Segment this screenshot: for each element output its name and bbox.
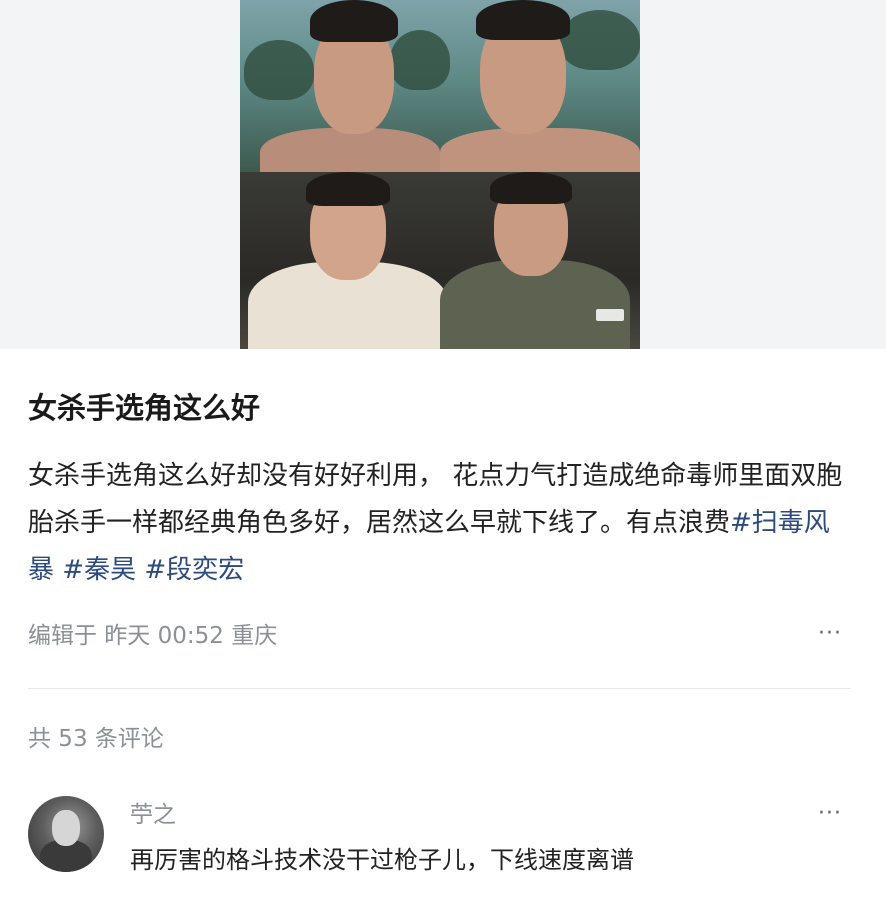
watermark-badge bbox=[596, 309, 624, 321]
palm-tree-shape bbox=[560, 10, 640, 70]
comment-count: 共 53 条评论 bbox=[28, 726, 164, 752]
palm-tree-shape bbox=[244, 40, 314, 100]
comment-author[interactable]: 苧之 bbox=[130, 798, 176, 832]
ellipsis-icon: ··· bbox=[818, 621, 842, 646]
person-shoulders bbox=[260, 128, 440, 172]
post-title: 女杀手选角这么好 bbox=[28, 391, 261, 425]
post-media-area bbox=[0, 0, 886, 349]
ellipsis-icon: ··· bbox=[818, 801, 842, 826]
person-hair bbox=[476, 0, 570, 40]
post-more-button[interactable]: ··· bbox=[810, 616, 850, 656]
hashtag-link[interactable]: #段奕宏 bbox=[144, 555, 244, 585]
section-divider bbox=[28, 688, 850, 689]
post-meta-row: 编辑于 昨天 00:52 重庆 ··· bbox=[28, 616, 850, 656]
comment-item: 苧之 再厉害的格斗技术没干过枪子儿，下线速度离谱 ··· bbox=[28, 794, 850, 884]
post-edit-meta: 编辑于 昨天 00:52 重庆 bbox=[28, 623, 278, 649]
person-hair bbox=[306, 172, 390, 206]
comment-more-button[interactable]: ··· bbox=[810, 796, 850, 836]
avatar-figure bbox=[52, 810, 80, 846]
post-body: 女杀手选角这么好却没有好好利用， 花点力气打造成绝命毒师里面双胞胎杀手一样都经典… bbox=[28, 453, 848, 594]
post-image-bottom[interactable] bbox=[240, 172, 640, 349]
avatar[interactable] bbox=[28, 796, 104, 872]
post-image-top[interactable] bbox=[240, 0, 640, 172]
person-hair bbox=[310, 0, 398, 42]
person-shoulders bbox=[440, 128, 640, 172]
hashtag-link[interactable]: #秦昊 bbox=[62, 555, 136, 585]
palm-tree-shape bbox=[390, 30, 450, 90]
comment-text: 再厉害的格斗技术没干过枪子儿，下线速度离谱 bbox=[130, 846, 634, 874]
person-hair bbox=[490, 172, 572, 204]
post-body-text: 女杀手选角这么好却没有好好利用， 花点力气打造成绝命毒师里面双胞胎杀手一样都经典… bbox=[28, 461, 843, 538]
